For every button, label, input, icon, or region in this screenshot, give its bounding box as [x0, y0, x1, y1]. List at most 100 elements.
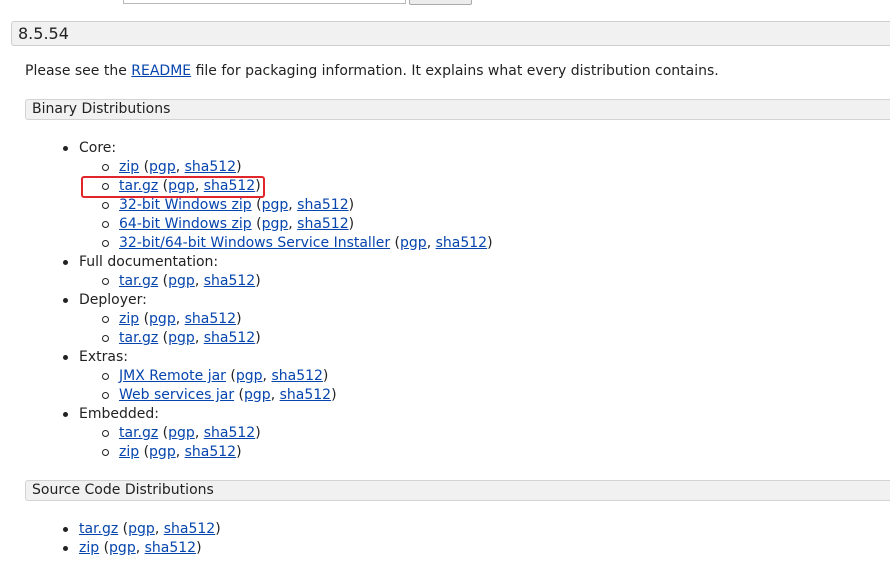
- paren-open: (: [251, 216, 262, 232]
- comma: ,: [194, 425, 204, 441]
- download-link[interactable]: zip: [119, 159, 139, 175]
- group-items: zip (pgp, sha512) tar.gz (pgp, sha512) 32-…: [102, 158, 493, 253]
- pgp-link[interactable]: pgp: [149, 311, 176, 327]
- download-link[interactable]: JMX Remote jar: [119, 368, 226, 384]
- comma: ,: [288, 197, 298, 213]
- comma: ,: [175, 159, 185, 175]
- pgp-link[interactable]: pgp: [236, 368, 263, 384]
- pgp-link[interactable]: pgp: [400, 235, 427, 251]
- sha512-link[interactable]: sha512: [436, 235, 487, 251]
- paren-close: ): [322, 368, 329, 384]
- download-link[interactable]: 64-bit Windows zip: [119, 216, 252, 232]
- sha512-link[interactable]: sha512: [204, 330, 255, 346]
- pgp-link[interactable]: pgp: [168, 178, 195, 194]
- pgp-link[interactable]: pgp: [262, 216, 289, 232]
- distribution-group: Extras: JMX Remote jar (pgp, sha512) Web s…: [63, 348, 493, 405]
- sha512-link[interactable]: sha512: [204, 425, 255, 441]
- download-link[interactable]: tar.gz: [119, 178, 158, 194]
- list-item: Web services jar (pgp, sha512): [102, 386, 493, 405]
- paren-close: ): [487, 235, 493, 251]
- download-link[interactable]: tar.gz: [119, 330, 158, 346]
- distribution-group: Embedded: tar.gz (pgp, sha512) zip (pgp, s…: [63, 405, 493, 462]
- sha512-link[interactable]: sha512: [297, 197, 348, 213]
- pgp-link[interactable]: pgp: [262, 197, 289, 213]
- pgp-link[interactable]: pgp: [128, 521, 155, 537]
- readme-link[interactable]: README: [131, 63, 191, 79]
- paren-open: (: [390, 235, 401, 251]
- download-link[interactable]: tar.gz: [79, 521, 118, 537]
- download-link[interactable]: zip: [79, 540, 99, 556]
- download-link[interactable]: zip: [119, 311, 139, 327]
- sha512-link[interactable]: sha512: [145, 540, 196, 556]
- sha512-link[interactable]: sha512: [185, 311, 236, 327]
- pgp-link[interactable]: pgp: [149, 159, 176, 175]
- paren-close: ): [348, 197, 355, 213]
- intro-paragraph: Please see the README file for packaging…: [25, 62, 719, 80]
- sha512-link[interactable]: sha512: [185, 159, 236, 175]
- comma: ,: [175, 444, 185, 460]
- pgp-link[interactable]: pgp: [168, 273, 195, 289]
- comma: ,: [194, 273, 204, 289]
- download-link[interactable]: Web services jar: [119, 387, 234, 403]
- download-link[interactable]: 32-bit Windows zip: [119, 197, 252, 213]
- download-link[interactable]: 32-bit/64-bit Windows Service Installer: [119, 235, 390, 251]
- list-item: zip (pgp, sha512): [102, 158, 493, 177]
- version-title: 8.5.54: [18, 24, 69, 43]
- pgp-link[interactable]: pgp: [149, 444, 176, 460]
- group-items: JMX Remote jar (pgp, sha512) Web services…: [102, 367, 493, 405]
- sha512-link[interactable]: sha512: [280, 387, 331, 403]
- comma: ,: [426, 235, 436, 251]
- intro-text-before: Please see the: [25, 63, 132, 79]
- sha512-link[interactable]: sha512: [164, 521, 215, 537]
- paren-close: ): [331, 387, 337, 403]
- list-item: 32-bit/64-bit Windows Service Installer …: [102, 234, 493, 253]
- search-input[interactable]: [123, 0, 406, 4]
- download-link[interactable]: zip: [119, 444, 139, 460]
- paren-close: ): [196, 540, 202, 556]
- source-distributions-list: tar.gz (pgp, sha512) zip (pgp, sha512): [63, 520, 221, 558]
- list-item: tar.gz (pgp, sha512): [63, 520, 221, 539]
- comma: ,: [270, 387, 280, 403]
- top-search-area: [0, 0, 890, 6]
- paren-open: (: [158, 425, 169, 441]
- paren-close: ): [255, 330, 261, 346]
- pgp-link[interactable]: pgp: [168, 425, 195, 441]
- source-distributions-title: Source Code Distributions: [32, 482, 214, 498]
- group-label: Embedded:: [79, 406, 159, 422]
- group-items: tar.gz (pgp, sha512): [102, 272, 493, 291]
- list-item: 32-bit Windows zip (pgp, sha512): [102, 196, 493, 215]
- sha512-link[interactable]: sha512: [185, 444, 236, 460]
- pgp-link[interactable]: pgp: [168, 330, 195, 346]
- comma: ,: [154, 521, 164, 537]
- list-item: zip (pgp, sha512): [63, 539, 221, 558]
- distribution-group: Full documentation: tar.gz (pgp, sha512): [63, 253, 493, 291]
- comma: ,: [288, 216, 298, 232]
- list-item: tar.gz (pgp, sha512): [102, 272, 493, 291]
- group-label: Core:: [79, 140, 117, 156]
- pgp-link[interactable]: pgp: [244, 387, 271, 403]
- paren-open: (: [139, 311, 150, 327]
- paren-open: (: [99, 540, 110, 556]
- binary-distributions-list: Core: zip (pgp, sha512) tar.gz (pgp, sha51…: [63, 139, 493, 462]
- paren-open: (: [118, 521, 129, 537]
- paren-open: (: [158, 330, 169, 346]
- list-item: zip (pgp, sha512): [102, 310, 493, 329]
- download-link[interactable]: tar.gz: [119, 425, 158, 441]
- paren-open: (: [234, 387, 245, 403]
- download-link[interactable]: tar.gz: [119, 273, 158, 289]
- list-item: JMX Remote jar (pgp, sha512): [102, 367, 493, 386]
- paren-close: ): [255, 178, 261, 194]
- sha512-link[interactable]: sha512: [204, 273, 255, 289]
- paren-close: ): [215, 521, 221, 537]
- sha512-link[interactable]: sha512: [297, 216, 348, 232]
- sha512-link[interactable]: sha512: [271, 368, 322, 384]
- group-label: Extras:: [79, 349, 128, 365]
- pgp-link[interactable]: pgp: [109, 540, 136, 556]
- paren-close: ): [255, 273, 261, 289]
- list-item: tar.gz (pgp, sha512): [102, 329, 493, 348]
- binary-distributions-title: Binary Distributions: [32, 101, 171, 117]
- paren-open: (: [158, 178, 169, 194]
- paren-close: ): [236, 444, 242, 460]
- search-button[interactable]: [409, 0, 472, 5]
- sha512-link[interactable]: sha512: [204, 178, 255, 194]
